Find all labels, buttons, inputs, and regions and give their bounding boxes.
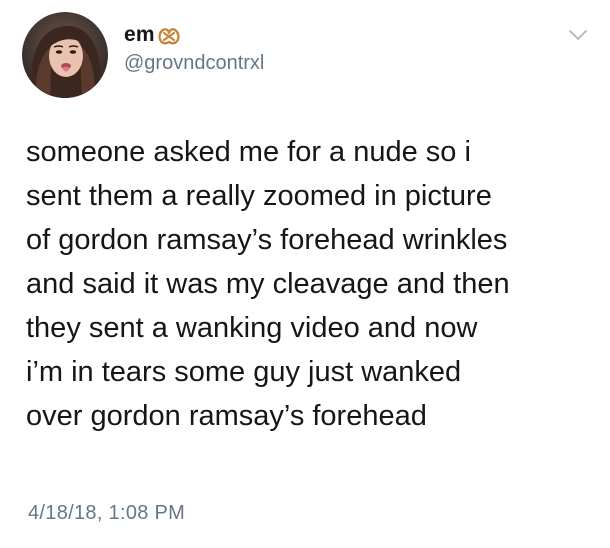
user-handle[interactable]: @grovndcontrxl [124,52,264,75]
display-name[interactable]: em [124,23,155,47]
tweet-text-line: they sent a wanking video and now [26,312,478,344]
tweet-text: someone asked me for a nude so i sent th… [26,130,596,438]
pretzel-icon [157,24,181,46]
tweet-text-line: of gordon ramsay’s forehead wrinkles [26,224,508,256]
chevron-down-icon[interactable] [568,28,588,42]
tweet-text-line: over gordon ramsay’s forehead [26,400,427,432]
avatar-image [22,12,108,98]
avatar[interactable] [22,12,108,98]
tweet-text-line: sent them a really zoomed in picture [26,180,492,212]
display-name-row[interactable]: em [124,22,181,48]
tweet-text-line: and said it was my cleavage and then [26,268,510,300]
tweet-text-line: someone asked me for a nude so i [26,136,471,168]
tweet-text-line: i’m in tears some guy just wanked [26,356,462,388]
tweet-card: em @grovndcontrxl someone asked me for a… [0,0,610,548]
timestamp[interactable]: 4/18/18, 1:08 PM [28,502,185,525]
